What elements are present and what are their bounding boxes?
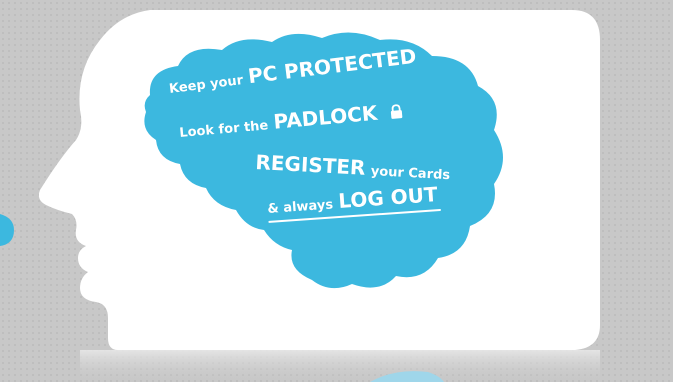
- reflection: [80, 350, 600, 382]
- banner-artwork: [0, 0, 673, 382]
- banner: Keep your PC PROTECTED Look for the PADL…: [0, 0, 673, 382]
